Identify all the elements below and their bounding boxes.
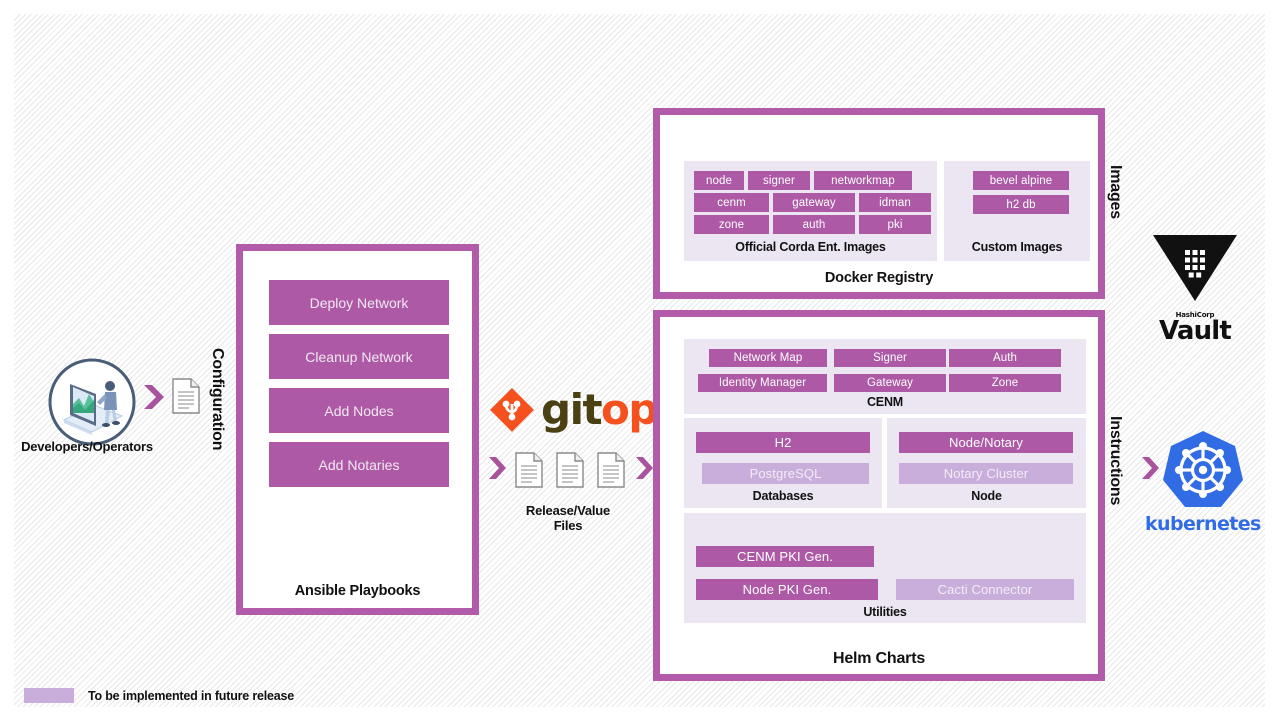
release-value-files-line1: Release/Value [525,503,611,518]
docker-registry-title: Docker Registry [824,270,934,286]
legend-label: To be implemented in future release [88,688,295,703]
playbook-add-notaries[interactable]: Add Notaries [269,442,449,487]
utilities-group-title: Utilities [863,605,907,619]
image-chip-node[interactable]: node [694,171,744,190]
vault-name-label: Vault [1158,316,1232,346]
utilities-group: CENM PKI Gen. Node PKI Gen. Cacti Connec… [684,513,1086,623]
gitops-word-git: git [541,385,603,434]
label-configuration: Configuration [209,348,226,451]
helm-chip-cenm-pki-gen[interactable]: CENM PKI Gen. [696,546,874,567]
playbook-deploy-network[interactable]: Deploy Network [269,280,449,325]
docker-registry-frame: node signer networkmap cenm gateway idma… [653,108,1105,299]
helm-chip-zone[interactable]: Zone [949,374,1061,392]
image-chip-zone[interactable]: zone [694,215,769,234]
kubernetes-logo: kubernetes [1145,428,1261,535]
image-chip-h2-db[interactable]: h2 db [973,195,1069,214]
image-chip-idman[interactable]: idman [859,193,931,212]
helm-chip-node-pki-gen[interactable]: Node PKI Gen. [696,579,878,600]
official-corda-images-group: node signer networkmap cenm gateway idma… [684,161,937,261]
node-group: Node/Notary Notary Cluster Node [887,418,1086,508]
gitops-diamond-icon [490,388,534,432]
databases-group-title: Databases [752,489,814,503]
helm-chip-gateway[interactable]: Gateway [834,374,946,392]
image-chip-pki[interactable]: pki [859,215,931,234]
ansible-playbooks-frame: Deploy Network Cleanup Network Add Nodes… [236,244,479,615]
helm-chip-signer[interactable]: Signer [834,349,946,367]
diagram-canvas: Developers/Operators Configuration Deplo… [0,0,1280,720]
image-chip-cenm[interactable]: cenm [694,193,769,212]
developer-laptop-illustration [48,358,136,451]
arrow-developers-to-config [142,383,168,416]
helm-chip-auth[interactable]: Auth [949,349,1061,367]
image-chip-networkmap[interactable]: networkmap [814,171,912,190]
configuration-document-icon [172,378,200,419]
cenm-group: Network Map Signer Auth Identity Manager… [684,339,1086,414]
cenm-group-title: CENM [866,395,903,409]
playbook-add-nodes[interactable]: Add Nodes [269,388,449,433]
helm-charts-frame: Network Map Signer Auth Identity Manager… [653,310,1105,681]
release-value-files-caption: Release/Value Files [497,503,639,533]
ansible-playbooks-title: Ansible Playbooks [294,583,421,599]
kubernetes-helm-icon [1162,431,1243,507]
helm-chip-network-map[interactable]: Network Map [709,349,827,367]
image-chip-gateway[interactable]: gateway [773,193,855,212]
helm-chip-notary-cluster[interactable]: Notary Cluster [899,463,1073,484]
databases-group: H2 PostgreSQL Databases [684,418,882,508]
helm-chip-h2[interactable]: H2 [696,432,870,453]
developers-operators-label: Developers/Operators [21,439,153,454]
label-instructions: Instructions [1107,416,1124,506]
official-corda-images-title: Official Corda Ent. Images [735,240,886,254]
image-chip-bevel-alpine[interactable]: bevel alpine [973,171,1069,190]
release-value-file-icon-3 [597,452,625,493]
release-value-file-icon-1 [515,452,543,493]
kubernetes-name-label: kubernetes [1145,513,1261,535]
custom-images-group: bevel alpine h2 db Custom Images [944,161,1090,261]
node-group-title: Node [971,489,1002,503]
release-value-file-icon-2 [556,452,584,493]
legend: To be implemented in future release [24,688,294,703]
hashicorp-vault-logo: HashiCorp Vault [1150,232,1240,344]
vault-triangle-icon [1153,235,1237,301]
gitops-logo: gitops [490,385,682,434]
custom-images-title: Custom Images [971,240,1063,254]
image-chip-signer[interactable]: signer [748,171,810,190]
legend-future-swatch [24,688,74,703]
helm-chip-identity-manager[interactable]: Identity Manager [698,374,827,392]
release-value-files-line2: Files [553,517,583,533]
helm-chip-node-notary[interactable]: Node/Notary [899,432,1073,453]
playbook-cleanup-network[interactable]: Cleanup Network [269,334,449,379]
helm-chip-cacti-connector[interactable]: Cacti Connector [896,579,1074,600]
helm-chip-postgresql[interactable]: PostgreSQL [702,463,869,484]
helm-charts-title: Helm Charts [832,650,926,667]
image-chip-auth[interactable]: auth [773,215,855,234]
label-images: Images [1107,165,1124,219]
arrow-ansible-to-files [487,455,509,486]
